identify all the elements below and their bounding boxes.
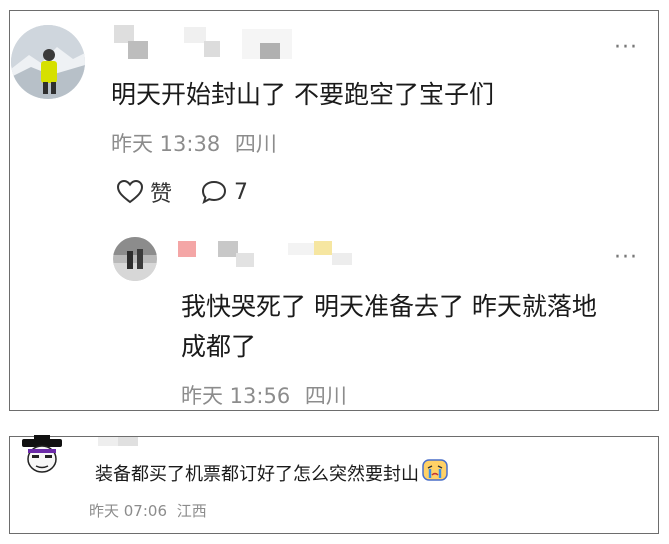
user-avatar[interactable] <box>11 25 85 99</box>
like-label: 赞 <box>150 182 173 207</box>
comment-time: 昨天 13:38 <box>111 132 221 156</box>
comment2-user-avatar[interactable] <box>14 435 70 479</box>
more-options-icon[interactable]: ··· <box>614 37 638 59</box>
reply-user-avatar[interactable] <box>113 237 157 281</box>
heart-outline-icon <box>116 179 144 205</box>
comment-actions: 赞 7 <box>116 176 248 208</box>
like-button[interactable]: 赞 <box>116 176 172 208</box>
comment-text: 明天开始封山了 不要跑空了宝子们 <box>111 80 494 109</box>
reply-count: 7 <box>234 179 249 205</box>
comment2-text: 装备都买了机票都订好了怎么突然要封山 <box>95 463 419 485</box>
comment-meta: 昨天 13:38 四川 <box>111 128 277 158</box>
reply-meta: 昨天 13:56 四川 <box>181 380 347 410</box>
reply-text-line1: 我快哭死了 明天准备去了 昨天就落地 <box>181 292 597 321</box>
crying-emoji-icon <box>422 458 448 487</box>
reply-button[interactable]: 7 <box>200 179 248 205</box>
reply-text-line2: 成都了 <box>181 332 257 361</box>
reply-time: 昨天 13:56 <box>181 384 291 408</box>
reply-more-options-icon[interactable]: ··· <box>614 247 638 269</box>
comment2-username-blurred[interactable] <box>98 437 158 449</box>
reply-location: 四川 <box>304 384 347 408</box>
comment2-text-line: 装备都买了机票都订好了怎么突然要封山 <box>95 458 448 487</box>
comment2-location: 江西 <box>176 502 207 520</box>
second-comment-panel: 装备都买了机票都订好了怎么突然要封山 昨天 07:06 江西 <box>9 435 659 534</box>
username-blurred[interactable] <box>114 23 314 63</box>
reply-username-blurred[interactable] <box>178 237 368 271</box>
comment-panel: ··· 明天开始封山了 不要跑空了宝子们 昨天 13:38 四川 赞 7 ···… <box>9 10 659 411</box>
comment-location: 四川 <box>234 132 277 156</box>
comment2-time: 昨天 07:06 <box>89 502 167 520</box>
comment2-meta: 昨天 07:06 江西 <box>89 500 207 521</box>
speech-bubble-icon <box>200 179 228 205</box>
